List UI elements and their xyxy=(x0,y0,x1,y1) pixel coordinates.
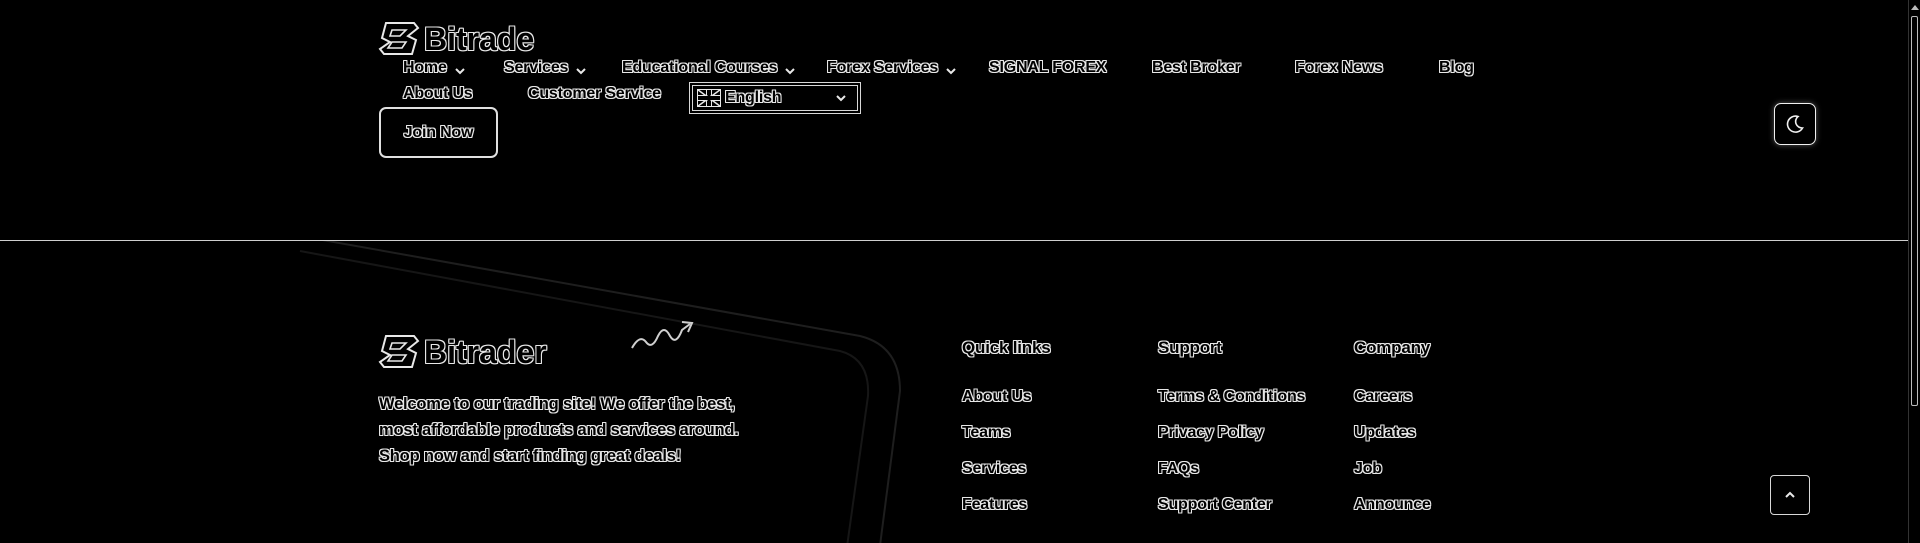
nav-label: Educational Courses xyxy=(622,59,778,76)
support-heading: Support xyxy=(1158,338,1222,357)
theme-toggle-button[interactable] xyxy=(1774,103,1816,145)
chevron-down-icon xyxy=(836,95,846,102)
logo-text: Bitrader xyxy=(424,333,547,370)
chevron-up-icon xyxy=(1785,491,1795,498)
nav-customer-service[interactable]: Customer Service xyxy=(528,85,661,103)
scrollbar-thumb[interactable] xyxy=(1911,16,1918,406)
footer-tagline: Welcome to our trading site! We offer th… xyxy=(379,395,739,465)
footer-link-support-center[interactable]: Support Center xyxy=(1158,496,1272,514)
footer-link-faqs[interactable]: FAQs xyxy=(1158,460,1199,478)
nav-educational-courses[interactable]: Educational Courses xyxy=(622,59,796,77)
nav-forex-news[interactable]: Forex News xyxy=(1295,59,1383,77)
language-select-inner: English xyxy=(692,85,858,111)
nav-label: Forex Services xyxy=(827,59,939,76)
footer-link-teams[interactable]: Teams xyxy=(962,424,1011,442)
nav-about-us[interactable]: About Us xyxy=(403,85,473,103)
bitrader-logo-icon xyxy=(378,335,420,368)
nav-label: Blog xyxy=(1439,59,1474,76)
trend-arrow-icon xyxy=(631,321,694,349)
footer-link-about-us[interactable]: About Us xyxy=(962,388,1032,406)
moon-icon xyxy=(1786,115,1804,133)
nav-label: Customer Service xyxy=(528,85,661,102)
nav-best-broker[interactable]: Best Broker xyxy=(1152,59,1241,77)
footer-link-privacy[interactable]: Privacy Policy xyxy=(1158,424,1264,442)
nav-label: Services xyxy=(504,59,569,76)
nav-blog[interactable]: Blog xyxy=(1439,59,1474,77)
bitrade-logo-icon xyxy=(378,22,420,55)
scroll-up-arrow-icon[interactable] xyxy=(1909,0,1920,14)
nav-label: SIGNAL FOREX xyxy=(989,59,1107,76)
nav-label: Home xyxy=(403,59,447,76)
nav-label: Best Broker xyxy=(1152,59,1241,76)
quick-links-heading: Quick links xyxy=(962,338,1051,357)
uk-flag-icon xyxy=(697,89,721,107)
footer-link-announce[interactable]: Announce xyxy=(1354,496,1431,514)
chevron-down-icon xyxy=(946,68,956,75)
footer-link-services[interactable]: Services xyxy=(962,460,1026,478)
language-selected: English xyxy=(725,89,782,106)
scroll-to-top-button[interactable] xyxy=(1770,475,1810,515)
logo-text: Bitrade xyxy=(424,20,535,57)
vertical-scrollbar[interactable] xyxy=(1908,0,1920,543)
company-heading: Company xyxy=(1354,338,1431,357)
language-select[interactable]: English xyxy=(689,82,861,114)
join-now-button[interactable]: Join Now xyxy=(379,107,498,158)
footer-link-careers[interactable]: Careers xyxy=(1354,388,1412,406)
chevron-down-icon xyxy=(454,68,465,75)
chevron-down-icon xyxy=(576,68,586,75)
chevron-down-icon xyxy=(785,68,796,75)
nav-home[interactable]: Home xyxy=(403,59,465,77)
footer-logo[interactable]: Bitrader xyxy=(378,333,547,371)
footer-background xyxy=(0,241,1908,543)
footer-link-terms[interactable]: Terms & Conditions xyxy=(1158,388,1305,406)
nav-label: About Us xyxy=(403,85,473,102)
decorative-frame-shape xyxy=(299,241,902,543)
nav-services[interactable]: Services xyxy=(504,59,586,77)
footer-link-updates[interactable]: Updates xyxy=(1354,424,1416,442)
nav-label: Forex News xyxy=(1295,59,1383,76)
header-logo[interactable]: Bitrade xyxy=(378,20,534,58)
nav-signal-forex[interactable]: SIGNAL FOREX xyxy=(989,59,1107,77)
footer-link-features[interactable]: Features xyxy=(962,496,1027,514)
footer-link-job[interactable]: Job xyxy=(1354,460,1382,478)
nav-forex-services[interactable]: Forex Services xyxy=(827,59,956,77)
